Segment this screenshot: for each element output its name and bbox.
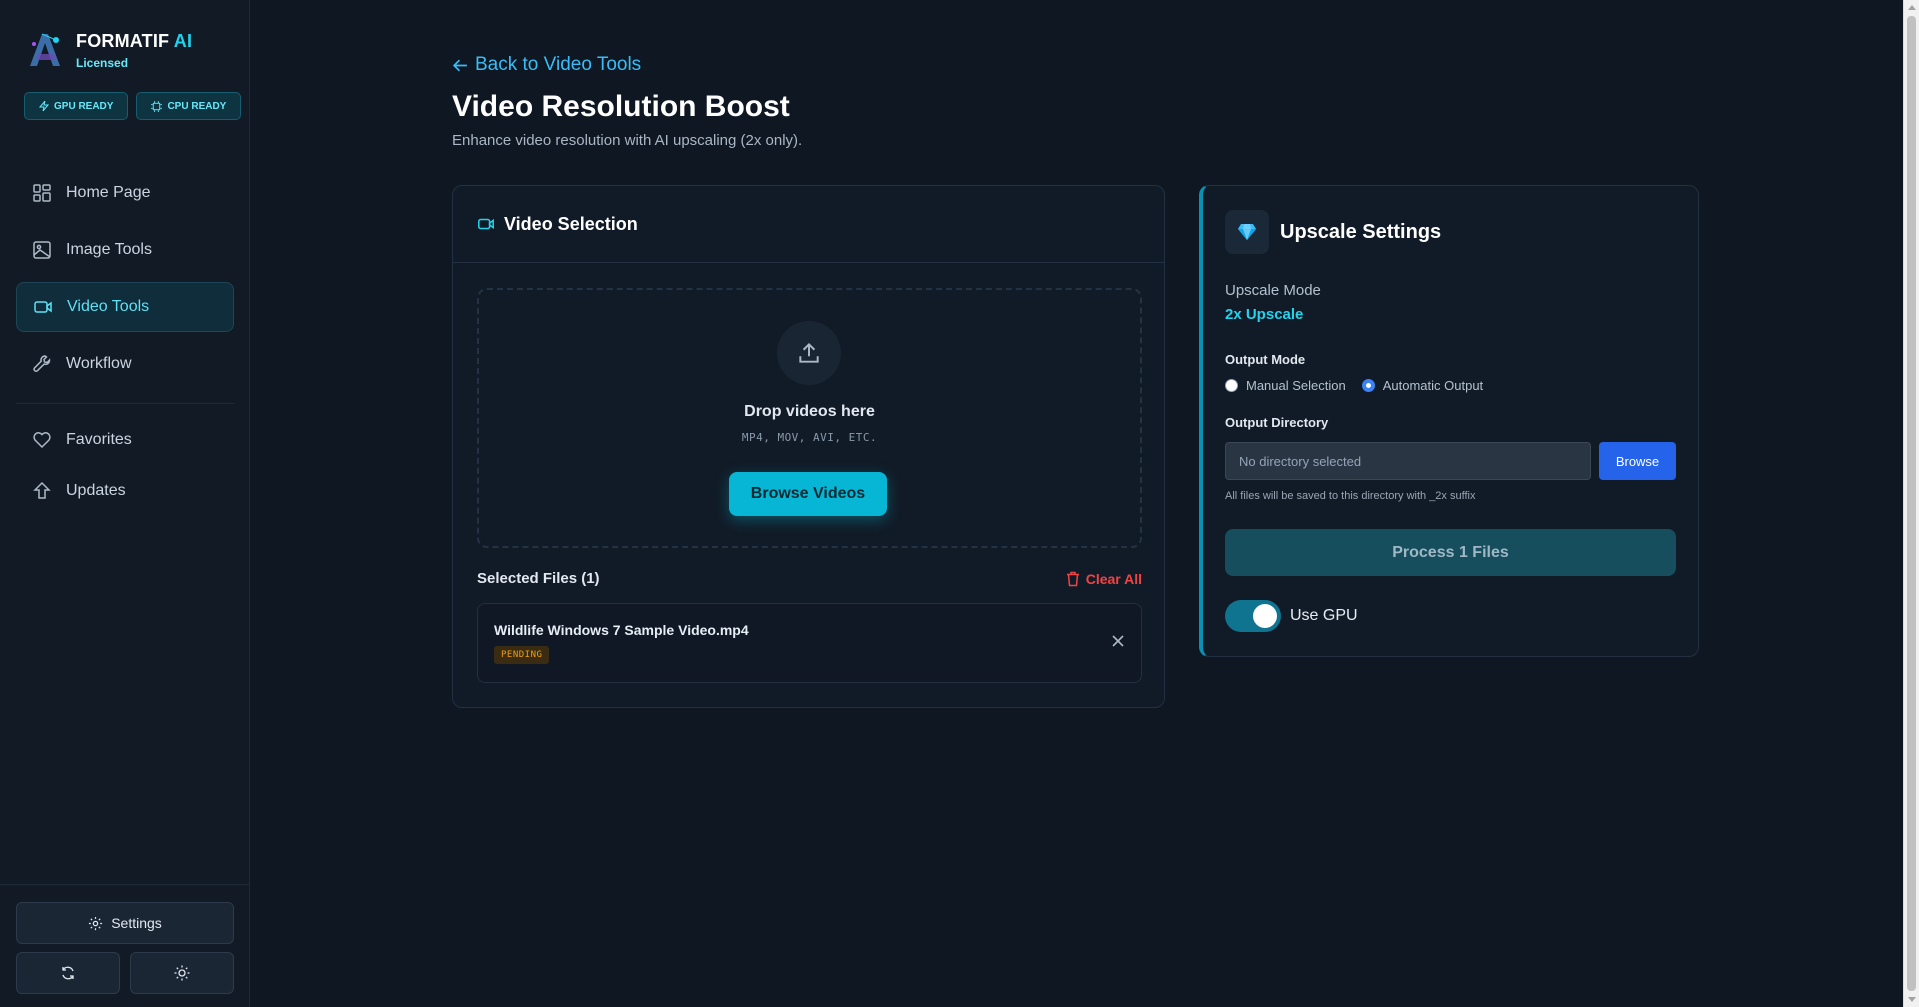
use-gpu-toggle[interactable] <box>1225 600 1281 632</box>
gpu-ready-badge: GPU READY <box>24 92 129 120</box>
process-files-button[interactable]: Process 1 Files <box>1225 529 1676 576</box>
video-camera-icon <box>478 218 494 230</box>
refresh-button[interactable] <box>16 952 120 994</box>
chip-icon <box>151 100 163 112</box>
output-mode-label: Output Mode <box>1225 352 1306 367</box>
clear-all-button[interactable]: Clear All <box>1066 571 1142 587</box>
sidebar-item-image-tools[interactable]: Image Tools <box>16 225 234 275</box>
back-link-label: Back to Video Tools <box>475 54 642 75</box>
selected-files-title: Selected Files (1) <box>477 570 600 587</box>
sidebar-item-favorites[interactable]: Favorites <box>16 418 234 462</box>
vertical-scrollbar[interactable] <box>1903 0 1919 1007</box>
diamond-icon <box>1238 224 1256 240</box>
settings-label: Settings <box>111 915 162 931</box>
sidebar-footer: Settings <box>0 884 250 1007</box>
card-header: Video Selection <box>453 186 1164 263</box>
browse-videos-button[interactable]: Browse Videos <box>729 472 887 516</box>
automatic-output-radio[interactable]: Automatic Output <box>1361 378 1484 393</box>
sidebar-nav: Home Page Image Tools Video Tools Workfl… <box>16 168 234 520</box>
drop-formats: MP4, MOV, AVI, ETC. <box>741 431 878 444</box>
sidebar: FORMATIF AI Licensed GPU READY CPU READY… <box>0 0 250 1007</box>
sun-icon <box>174 965 190 981</box>
drop-title: Drop videos here <box>744 403 875 420</box>
file-list-item: Wildlife Windows 7 Sample Video.mp4 PEND… <box>477 603 1142 683</box>
license-status: Licensed <box>76 55 129 70</box>
page-title: Video Resolution Boost <box>452 90 790 123</box>
back-link[interactable]: Back to Video Tools <box>452 54 641 76</box>
sidebar-item-home[interactable]: Home Page <box>16 168 234 218</box>
gear-icon <box>89 916 103 930</box>
app-logo <box>30 33 60 66</box>
sidebar-item-label: Image Tools <box>66 241 152 258</box>
scroll-down-icon[interactable] <box>1908 997 1916 1002</box>
bolt-icon <box>39 101 49 111</box>
refresh-icon <box>62 966 74 980</box>
gem-icon-wrap <box>1225 210 1269 254</box>
brand-name: FORMATIF AI <box>76 30 193 51</box>
radio-label: Automatic Output <box>1382 378 1484 393</box>
sidebar-item-updates[interactable]: Updates <box>16 469 234 513</box>
sidebar-item-label: Home Page <box>66 184 151 201</box>
brand: FORMATIF AI Licensed <box>26 30 192 70</box>
card-title: Video Selection <box>504 213 638 234</box>
settings-button[interactable]: Settings <box>16 902 234 944</box>
use-gpu-label: Use GPU <box>1290 607 1358 624</box>
radio-label: Manual Selection <box>1246 378 1346 393</box>
output-mode-radio-group: Manual Selection Automatic Output <box>1225 378 1483 393</box>
output-directory-field[interactable]: No directory selected <box>1225 442 1591 480</box>
upload-icon-wrap <box>777 321 841 385</box>
image-icon <box>33 241 51 259</box>
output-directory-label: Output Directory <box>1225 415 1329 430</box>
settings-title: Upscale Settings <box>1280 221 1442 243</box>
arrow-up-icon <box>33 481 51 499</box>
theme-toggle-button[interactable] <box>130 952 234 994</box>
video-selection-card: Video Selection Drop videos here MP4, MO… <box>452 185 1165 708</box>
browse-directory-button[interactable]: Browse <box>1599 442 1676 480</box>
trash-icon <box>1066 571 1079 586</box>
file-name: Wildlife Windows 7 Sample Video.mp4 <box>494 622 749 638</box>
grid-icon <box>33 184 51 202</box>
sidebar-item-label: Favorites <box>66 431 132 448</box>
page-subtitle: Enhance video resolution with AI upscali… <box>452 132 803 149</box>
upscale-mode-value: 2x Upscale <box>1225 306 1304 323</box>
cpu-ready-badge: CPU READY <box>136 92 242 120</box>
scroll-up-icon[interactable] <box>1908 5 1916 10</box>
arrow-left-icon <box>452 59 467 71</box>
video-camera-icon <box>34 301 52 313</box>
scroll-thumb[interactable] <box>1907 16 1916 991</box>
status-badge: PENDING <box>494 646 550 664</box>
sidebar-item-label: Video Tools <box>67 298 150 315</box>
status-badges: GPU READY CPU READY <box>24 92 242 120</box>
heart-icon <box>33 432 51 449</box>
sidebar-item-label: Workflow <box>66 355 132 372</box>
manual-selection-radio[interactable]: Manual Selection <box>1225 378 1346 393</box>
sidebar-item-label: Updates <box>66 482 126 499</box>
sidebar-item-video-tools[interactable]: Video Tools <box>16 282 234 332</box>
clear-all-label: Clear All <box>1085 570 1142 587</box>
upload-icon <box>799 342 819 363</box>
remove-file-icon[interactable] <box>1111 634 1125 648</box>
upscale-mode-label: Upscale Mode <box>1225 282 1321 299</box>
nav-divider <box>16 403 234 404</box>
output-directory-hint: All files will be saved to this director… <box>1225 490 1476 502</box>
video-dropzone[interactable]: Drop videos here MP4, MOV, AVI, ETC. Bro… <box>477 288 1142 548</box>
wrench-icon <box>33 355 51 372</box>
upscale-settings-card: Upscale Settings Upscale Mode 2x Upscale… <box>1199 185 1699 657</box>
radio-indicator[interactable] <box>1361 379 1375 392</box>
toggle-knob <box>1253 604 1277 628</box>
radio-indicator[interactable] <box>1225 379 1238 392</box>
selected-files-header: Selected Files (1) Clear All <box>477 570 1142 587</box>
sidebar-item-workflow[interactable]: Workflow <box>16 339 234 389</box>
